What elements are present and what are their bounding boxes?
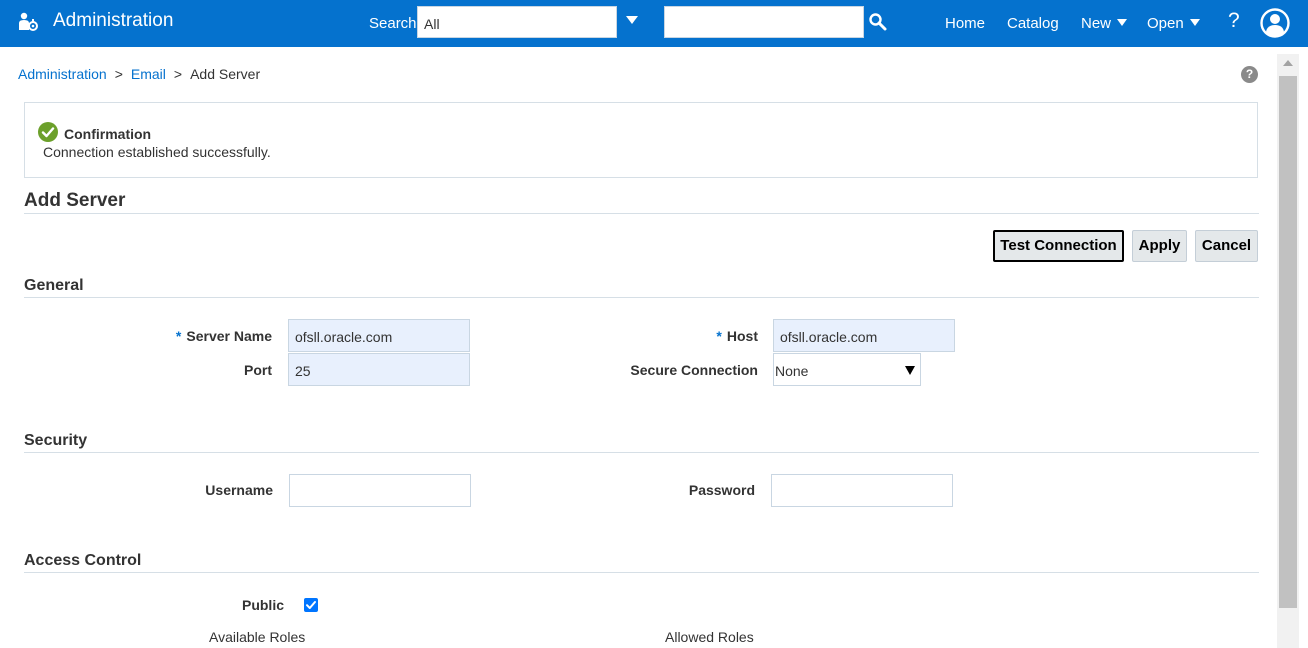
cancel-button[interactable]: Cancel xyxy=(1195,230,1258,262)
divider xyxy=(24,572,1259,573)
public-label: Public xyxy=(241,597,284,613)
scroll-up-icon[interactable] xyxy=(1283,60,1293,66)
username-label: Username xyxy=(205,482,273,498)
dropdown-arrow-icon xyxy=(905,366,915,375)
user-avatar-icon[interactable] xyxy=(1260,8,1290,38)
top-bar: Administration Search All Home Catalog N… xyxy=(0,0,1308,47)
public-checkbox[interactable] xyxy=(304,598,318,612)
scrollbar-thumb[interactable] xyxy=(1279,76,1297,608)
breadcrumb: Administration > Email > Add Server xyxy=(18,66,260,82)
divider xyxy=(24,452,1259,453)
port-label: Port xyxy=(244,362,272,378)
section-access-control-heading: Access Control xyxy=(24,552,142,569)
success-check-icon xyxy=(38,122,58,142)
breadcrumb-email[interactable]: Email xyxy=(131,66,166,82)
search-icon[interactable] xyxy=(868,12,888,32)
breadcrumb-separator: > xyxy=(173,66,183,82)
host-label: * Host xyxy=(716,328,758,344)
page-title: Add Server xyxy=(24,190,126,211)
nav-open[interactable]: Open xyxy=(1147,15,1200,32)
help-button[interactable]: ? xyxy=(1228,9,1240,33)
confirmation-title: Confirmation xyxy=(64,126,152,142)
host-label-text: Host xyxy=(726,328,758,344)
test-connection-button[interactable]: Test Connection xyxy=(993,230,1124,262)
port-input[interactable]: 25 xyxy=(288,353,470,386)
nav-new-label: New xyxy=(1081,15,1112,32)
secure-connection-label: Secure Connection xyxy=(630,362,758,378)
breadcrumb-separator: > xyxy=(114,66,123,82)
chevron-down-icon xyxy=(1189,19,1200,26)
nav-open-label: Open xyxy=(1147,15,1184,32)
apply-button[interactable]: Apply xyxy=(1132,230,1187,262)
breadcrumb-current: Add Server xyxy=(190,66,261,82)
search-scope-select[interactable]: All xyxy=(417,6,617,38)
host-input[interactable]: ofsll.oracle.com xyxy=(773,319,955,352)
server-name-label-text: Server Name xyxy=(186,328,272,344)
password-input[interactable] xyxy=(771,474,953,507)
password-label: Password xyxy=(688,482,755,498)
nav-new[interactable]: New xyxy=(1081,15,1128,32)
administration-icon xyxy=(19,12,38,31)
server-name-input[interactable]: ofsll.oracle.com xyxy=(288,319,470,352)
checkmark-icon xyxy=(306,601,316,609)
scrollbar[interactable] xyxy=(1277,54,1299,648)
allowed-roles-label: Allowed Roles xyxy=(665,629,754,645)
required-marker: * xyxy=(716,328,722,344)
breadcrumb-administration[interactable]: Administration xyxy=(18,66,107,82)
section-security-heading: Security xyxy=(24,432,88,449)
nav-home[interactable]: Home xyxy=(945,15,985,32)
divider xyxy=(24,213,1259,214)
confirmation-message: Confirmation Connection established succ… xyxy=(24,102,1258,178)
server-name-label: * Server Name xyxy=(176,328,272,344)
secure-connection-value: None xyxy=(775,363,809,379)
available-roles-label: Available Roles xyxy=(209,629,306,645)
app-title: Administration xyxy=(53,10,174,31)
secure-connection-select[interactable]: None xyxy=(773,353,921,386)
divider xyxy=(24,297,1259,298)
section-general-heading: General xyxy=(24,277,84,294)
chevron-down-icon xyxy=(1117,19,1128,26)
username-input[interactable] xyxy=(289,474,471,507)
search-input[interactable] xyxy=(664,6,864,38)
confirmation-text: Connection established successfully. xyxy=(43,144,271,160)
help-icon[interactable]: ? xyxy=(1241,66,1258,83)
search-scope-dropdown-icon[interactable] xyxy=(626,16,638,24)
nav-catalog[interactable]: Catalog xyxy=(1007,15,1059,32)
search-label: Search xyxy=(369,15,417,32)
required-marker: * xyxy=(175,328,182,344)
